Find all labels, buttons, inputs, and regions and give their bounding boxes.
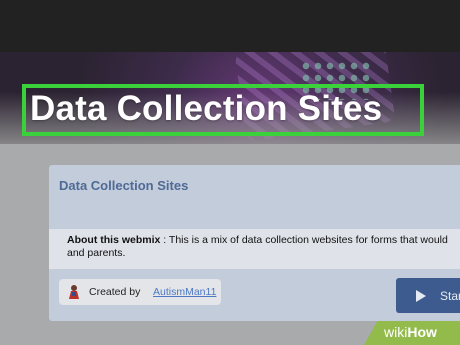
about-description: : This is a mix of data collection websi… [160, 234, 448, 246]
creator-badge: Created by AutismMan11 [59, 279, 221, 305]
webmix-panel: Data Collection Sites About this webmix … [49, 165, 460, 321]
start-button-label: Start [440, 289, 460, 303]
wikihow-watermark: wikiHow [364, 321, 460, 345]
creator-label: Created by [89, 286, 141, 298]
wikihow-logo: wikiHow [384, 324, 437, 340]
about-text: About this webmix : This is a mix of dat… [67, 234, 460, 260]
play-icon [416, 290, 426, 302]
panel-title: Data Collection Sites [59, 178, 189, 193]
about-description-line2: and parents. [67, 247, 126, 259]
start-button[interactable]: Start [396, 278, 460, 313]
about-label: About this webmix [67, 234, 161, 246]
user-avatar-icon [69, 285, 79, 299]
creator-link[interactable]: AutismMan11 [153, 286, 216, 298]
browser-top-bar [0, 0, 460, 52]
highlight-box [22, 84, 424, 136]
